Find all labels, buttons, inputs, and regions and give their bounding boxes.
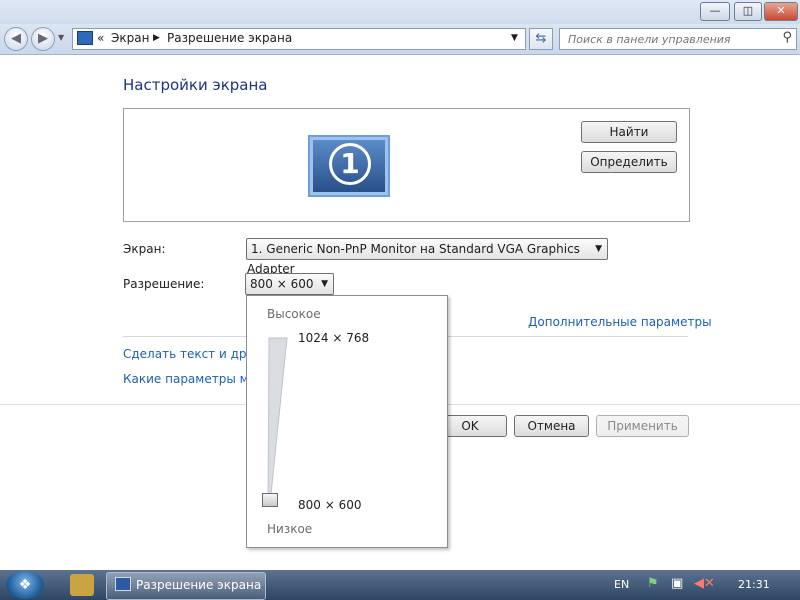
resolution-option-800x600[interactable]: 800 × 600	[298, 498, 362, 512]
display-select-value: 1. Generic Non-PnP Monitor на Standard V…	[247, 242, 580, 276]
cancel-button[interactable]: Отмена	[514, 415, 589, 437]
search-icon[interactable]: ⚲	[782, 30, 792, 45]
action-center-icon[interactable]: ⚑	[647, 576, 659, 591]
control-panel-icon	[77, 31, 93, 45]
resolution-select[interactable]: 800 × 600 ▼	[245, 273, 334, 295]
taskbar-item-screen-resolution[interactable]: Разрешение экрана	[106, 572, 266, 600]
breadcrumb-overflow[interactable]: «	[97, 31, 104, 45]
advanced-settings-link[interactable]: Дополнительные параметры	[528, 315, 712, 329]
apply-button[interactable]: Применить	[596, 415, 689, 437]
address-dropdown-icon[interactable]: ▼	[511, 33, 518, 43]
resolution-option-1024x768[interactable]: 1024 × 768	[298, 331, 369, 345]
monitor-icon[interactable]: 1	[308, 135, 390, 197]
resolution-slider-track[interactable]	[267, 336, 289, 506]
display-label: Экран:	[123, 242, 166, 256]
refresh-button[interactable]: ⇆	[529, 28, 553, 50]
display-icon	[115, 577, 131, 591]
refresh-icon: ⇆	[535, 31, 547, 46]
back-arrow-icon: ◀	[11, 31, 21, 46]
volume-muted-icon[interactable]: ◀✕	[694, 576, 715, 591]
minimize-button[interactable]: —	[700, 2, 730, 21]
page-title: Настройки экрана	[123, 76, 268, 94]
resolution-slider-thumb[interactable]	[262, 493, 278, 507]
breadcrumb-item-display[interactable]: Экран	[111, 31, 149, 45]
maximize-button[interactable]: ◫	[734, 2, 762, 21]
taskbar-item-label: Разрешение экрана	[136, 578, 262, 592]
high-label: Высокое	[267, 307, 321, 321]
taskbar: ❖ Разрешение экрана EN ⚑ ▣ ◀✕ 21:31	[0, 570, 800, 600]
chevron-down-icon: ▼	[321, 279, 328, 289]
search-box: ⚲	[559, 28, 797, 50]
language-indicator[interactable]: EN	[614, 578, 629, 591]
address-bar[interactable]: « Экран ▶ Разрешение экрана ▼	[72, 28, 526, 50]
start-button[interactable]: ❖	[6, 571, 44, 599]
forward-arrow-icon: ▶	[38, 31, 48, 46]
explorer-folder-icon[interactable]	[70, 574, 94, 596]
display-settings-help-link[interactable]: Какие параметры мон	[123, 372, 264, 386]
resolution-dropdown-popup: Высокое 1024 × 768 800 × 600 Низкое	[246, 295, 448, 548]
display-select[interactable]: 1. Generic Non-PnP Monitor на Standard V…	[246, 238, 608, 276]
breadcrumb-separator-icon[interactable]: ▶	[153, 33, 160, 43]
find-button[interactable]: Найти	[581, 121, 677, 143]
chevron-down-icon: ▼	[595, 244, 602, 254]
back-button[interactable]: ◀	[4, 27, 28, 51]
identify-button[interactable]: Определить	[581, 151, 677, 173]
recent-pages-dropdown[interactable]: ▼	[58, 33, 64, 42]
windows-logo-icon: ❖	[18, 577, 32, 593]
breadcrumb-item-resolution[interactable]: Разрешение экрана	[167, 31, 292, 45]
resolution-label: Разрешение:	[123, 277, 205, 291]
monitor-preview-area: 1 Найти Определить	[123, 108, 690, 222]
forward-button[interactable]: ▶	[31, 27, 55, 51]
network-icon[interactable]: ▣	[671, 576, 683, 591]
low-label: Низкое	[267, 522, 313, 536]
monitor-number: 1	[329, 143, 371, 185]
search-input[interactable]	[566, 30, 770, 48]
clock[interactable]: 21:31	[738, 578, 770, 591]
navigation-bar: ◀ ▶ ▼ « Экран ▶ Разрешение экрана ▼ ⇆ ⚲	[0, 24, 800, 55]
resolution-select-value: 800 × 600	[250, 277, 314, 291]
window-titlebar: — ◫ ✕	[0, 0, 800, 24]
close-button[interactable]: ✕	[764, 2, 798, 21]
